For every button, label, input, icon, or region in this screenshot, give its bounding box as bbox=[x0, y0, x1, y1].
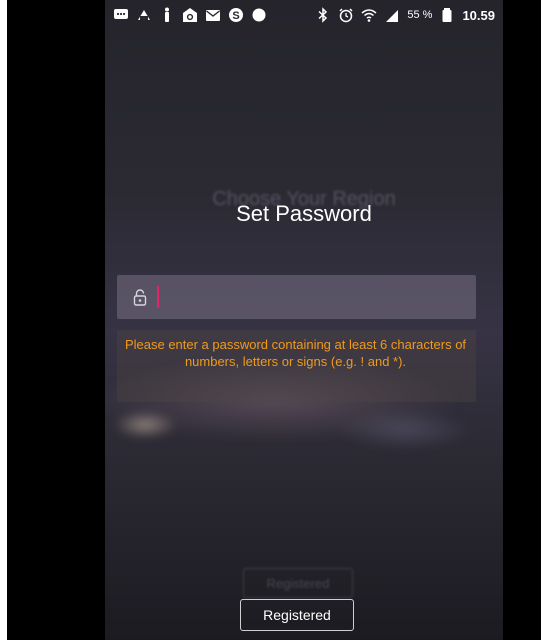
svg-text:S: S bbox=[232, 10, 239, 22]
chat-icon bbox=[113, 7, 129, 23]
status-bar-right: 55 % 10.59 bbox=[315, 7, 495, 23]
registered-button[interactable]: Registered bbox=[240, 599, 354, 631]
background-button: Registered bbox=[243, 568, 353, 598]
notification-icon bbox=[136, 7, 152, 23]
alarm-icon bbox=[338, 7, 354, 23]
wifi-icon bbox=[361, 7, 377, 23]
clock: 10.59 bbox=[462, 7, 495, 23]
dot-icon bbox=[251, 7, 267, 23]
page-title: Set Password bbox=[236, 201, 372, 226]
password-field[interactable] bbox=[117, 275, 476, 319]
skype-icon: S bbox=[228, 7, 244, 23]
signal-icon bbox=[384, 7, 400, 23]
info-icon bbox=[159, 7, 175, 23]
battery-percent: 55 % bbox=[407, 9, 433, 21]
battery-icon bbox=[439, 7, 455, 23]
status-bar: S 55 % 10.59 bbox=[105, 0, 503, 30]
video-frame: S 55 % 10.59 Choose Your Region Set Pass… bbox=[7, 0, 541, 640]
mail-at-icon bbox=[182, 7, 198, 23]
bluetooth-icon bbox=[315, 7, 331, 23]
phone-screen: S 55 % 10.59 Choose Your Region Set Pass… bbox=[105, 0, 503, 640]
status-bar-left: S bbox=[113, 7, 267, 23]
password-hint: Please enter a password containing at le… bbox=[124, 337, 467, 369]
mail-icon bbox=[205, 7, 221, 23]
